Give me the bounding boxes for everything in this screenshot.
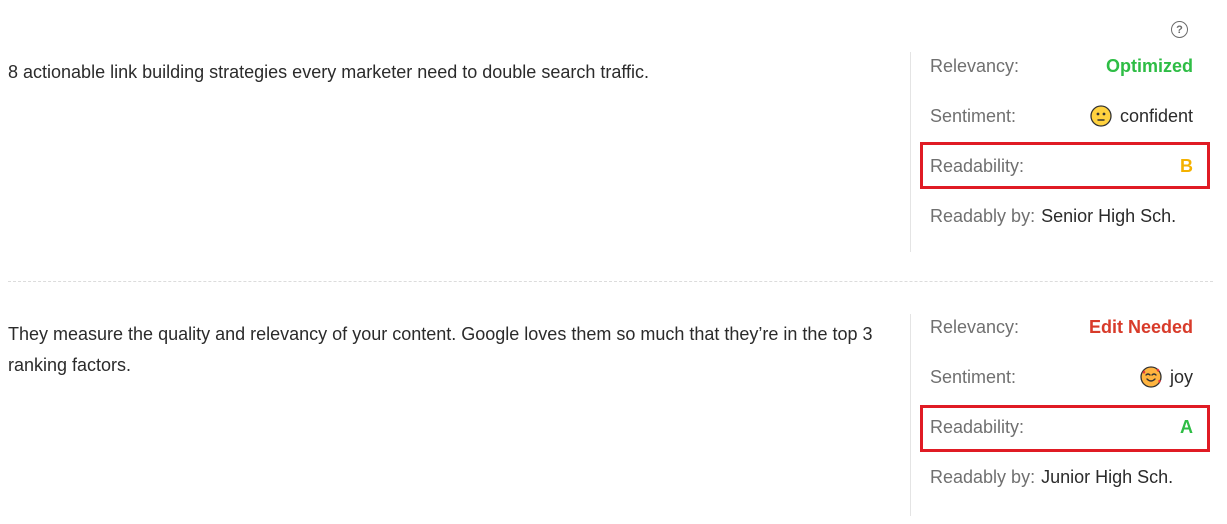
relevancy-value: Edit Needed [1088, 316, 1193, 337]
help-icon[interactable]: ? [1171, 21, 1188, 38]
readably-by-label: Readably by: [930, 466, 1036, 487]
readably-by-metric: Readably by: Senior High Sch. [930, 201, 1193, 231]
sentiment-label: Sentiment: [930, 366, 1017, 387]
relevancy-metric: Relevancy: Edit Needed [930, 312, 1193, 342]
readably-by-value: Junior High Sch. [1041, 466, 1174, 487]
relevancy-metric: Relevancy: Optimized [930, 51, 1193, 81]
sentiment-metric: Sentiment: joy [930, 362, 1193, 392]
sentiment-label: Sentiment: [930, 105, 1017, 126]
sentiment-metric: Sentiment: confident [930, 101, 1193, 131]
smiling-hearts-face-icon [1140, 366, 1162, 388]
metrics-divider [910, 314, 911, 516]
readably-by-metric: Readably by: Junior High Sch. [930, 462, 1193, 492]
sentence-text: 8 actionable link building strategies ev… [8, 62, 650, 82]
row-separator [8, 281, 1213, 282]
relevancy-value: Optimized [1105, 55, 1193, 76]
readably-by-label: Readably by: [930, 205, 1036, 226]
sentence-row-1: 8 actionable link building strategies ev… [0, 48, 1227, 252]
sentence-row-2: They measure the quality and relevancy o… [0, 310, 1227, 516]
sentence-text: They measure the quality and relevancy o… [8, 324, 873, 375]
neutral-face-icon [1090, 105, 1112, 127]
readability-highlight-box [920, 405, 1210, 452]
relevancy-label: Relevancy: [930, 55, 1020, 76]
readably-by-value: Senior High Sch. [1041, 205, 1177, 226]
sentiment-value: joy [1169, 366, 1193, 387]
relevancy-label: Relevancy: [930, 316, 1020, 337]
readability-highlight-box [920, 142, 1210, 189]
sentiment-value: confident [1119, 105, 1193, 126]
metrics-divider [910, 52, 911, 252]
